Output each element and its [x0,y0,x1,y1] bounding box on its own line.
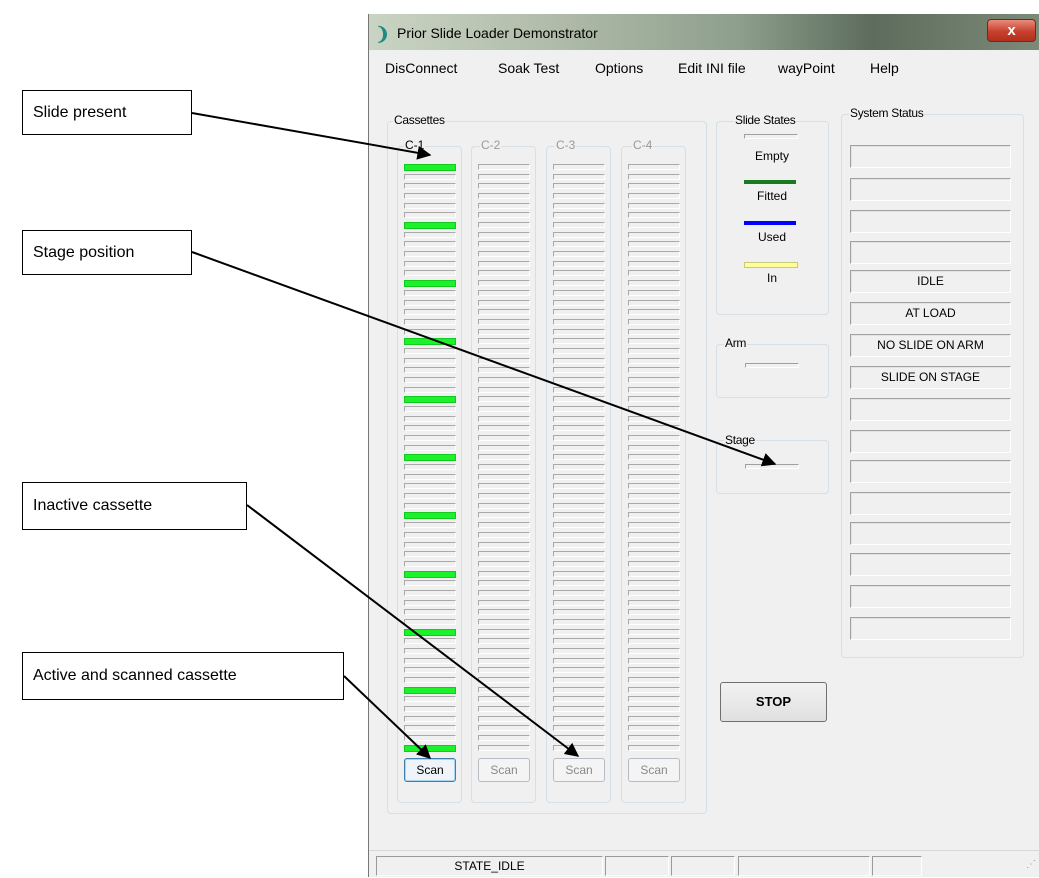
arrow-stage-position [191,251,777,467]
annotation-arrows [191,112,777,759]
arrow-active-scanned [343,675,432,759]
arrow-slide-present [191,112,432,160]
arrow-inactive-cassette [246,504,580,757]
